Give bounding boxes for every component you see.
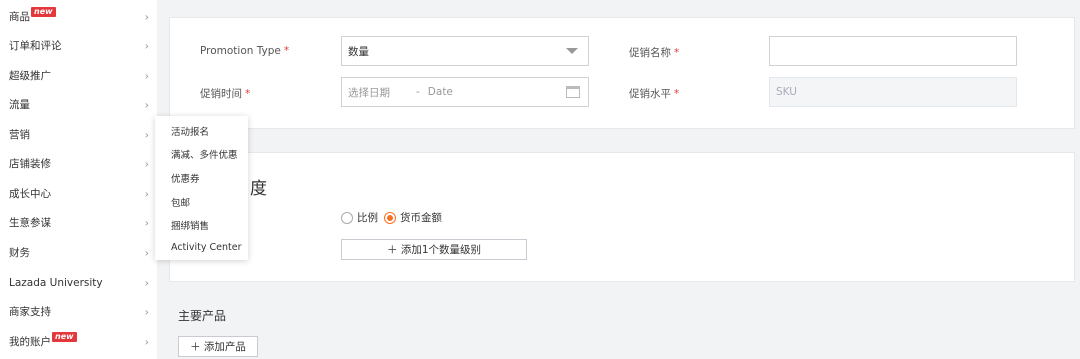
sidebar-item-label: 财务	[9, 247, 30, 259]
new-badge: new	[31, 6, 56, 17]
promotion-time-label: 促销时间 *	[200, 88, 251, 100]
required-mark: *	[283, 45, 290, 57]
sidebar-item-my-account[interactable]: 我的账户 new ›	[0, 327, 157, 356]
sidebar-item-label: 流量	[9, 99, 30, 111]
required-mark: *	[674, 47, 680, 59]
sidebar-item-products[interactable]: 商品 new ›	[0, 2, 157, 31]
promotion-level-field: SKU	[769, 77, 1017, 107]
sidebar-item-label: 营销	[9, 129, 30, 141]
required-mark: *	[245, 88, 251, 100]
tier-section-title: 度	[250, 179, 267, 199]
chevron-right-icon: ›	[144, 305, 149, 318]
chevron-right-icon: ›	[144, 246, 149, 259]
promotion-level-label: 促销水平 *	[629, 88, 680, 100]
radio-monetary-amount-label: 货币金额	[400, 212, 442, 224]
sidebar-item-label: 商家支持	[9, 306, 51, 318]
add-tier-button[interactable]: ＋ 添加1个数量级别	[341, 239, 527, 260]
sidebar-item-label: 成长中心	[9, 188, 51, 200]
sidebar-item-lazada-university[interactable]: Lazada University ›	[0, 268, 157, 297]
submenu-item-vouchers[interactable]: 优惠券	[171, 171, 200, 185]
promotion-name-label: 促销名称 *	[629, 47, 680, 59]
chevron-right-icon: ›	[144, 276, 149, 289]
sidebar-item-label: 超级推广	[9, 70, 51, 82]
sidebar-item-orders-reviews[interactable]: 订单和评论 ›	[0, 31, 157, 60]
marketing-submenu: 活动报名 满减、多件优惠 优惠券 包邮 捆绑销售 Activity Center	[155, 116, 248, 260]
tier-settings-card: 度 比例 货币金额 ＋ 添加1个数量级别	[169, 152, 1075, 282]
radio-ratio-label: 比例	[357, 212, 378, 224]
sidebar-item-label: Lazada University	[9, 276, 103, 289]
promotion-type-label: Promotion Type *	[200, 45, 290, 57]
sidebar-item-label: 订单和评论	[9, 40, 62, 52]
tier-type-radio-group: 比例 货币金额	[341, 210, 448, 225]
main-products-title: 主要产品	[178, 309, 227, 323]
sidebar-item-label: 生意参谋	[9, 217, 51, 229]
promotion-type-select[interactable]: 数量	[341, 36, 589, 66]
chevron-right-icon: ›	[144, 98, 149, 111]
submenu-item-discounts[interactable]: 满减、多件优惠	[171, 147, 238, 161]
date-separator: -	[416, 86, 420, 98]
promotion-settings-card: Promotion Type * 数量 促销名称 * 促销时间 * 选择日期 - Da…	[169, 17, 1075, 129]
sidebar-item-finance[interactable]: 财务 ›	[0, 238, 157, 267]
sidebar-item-label: 商品	[9, 11, 30, 23]
radio-ratio[interactable]	[341, 211, 353, 224]
chevron-right-icon: ›	[144, 216, 149, 229]
calendar-icon	[566, 86, 580, 98]
promotion-level-value: SKU	[776, 86, 797, 98]
submenu-item-campaign-registration[interactable]: 活动报名	[171, 124, 209, 138]
submenu-item-free-shipping[interactable]: 包邮	[171, 195, 190, 209]
sidebar-item-seller-support[interactable]: 商家支持 ›	[0, 297, 157, 326]
sidebar-item-business-advisor[interactable]: 生意参谋 ›	[0, 208, 157, 237]
chevron-right-icon: ›	[144, 10, 149, 23]
submenu-item-activity-center[interactable]: Activity Center	[171, 242, 242, 253]
sidebar-item-marketing[interactable]: 营销 ›	[0, 120, 157, 149]
chevron-right-icon: ›	[144, 187, 149, 200]
chevron-right-icon: ›	[144, 39, 149, 52]
promotion-name-input[interactable]	[769, 36, 1017, 66]
sidebar-item-traffic[interactable]: 流量 ›	[0, 90, 157, 119]
main-content: Promotion Type * 数量 促销名称 * 促销时间 * 选择日期 - Da…	[157, 0, 1080, 359]
new-badge: new	[52, 331, 77, 342]
required-mark: *	[674, 88, 680, 100]
end-date-placeholder: Date	[427, 86, 453, 98]
sidebar-item-label: 店铺装修	[9, 158, 51, 170]
submenu-item-bundle-sales[interactable]: 捆绑销售	[171, 218, 209, 232]
date-range-picker[interactable]: 选择日期 - Date	[341, 77, 589, 107]
start-date-placeholder: 选择日期	[348, 86, 390, 99]
promotion-type-value: 数量	[348, 45, 369, 58]
radio-monetary-amount[interactable]	[384, 211, 396, 224]
sidebar-item-growth-center[interactable]: 成长中心 ›	[0, 179, 157, 208]
chevron-right-icon: ›	[144, 128, 149, 141]
chevron-right-icon: ›	[144, 69, 149, 82]
sidebar-item-label: 我的账户	[9, 336, 51, 348]
sidebar-item-super-promotion[interactable]: 超级推广 ›	[0, 61, 157, 90]
sidebar-item-store-decoration[interactable]: 店铺装修 ›	[0, 149, 157, 178]
chevron-right-icon: ›	[144, 157, 149, 170]
chevron-right-icon: ›	[144, 335, 149, 348]
add-product-button[interactable]: ＋ 添加产品	[178, 336, 258, 357]
caret-down-icon	[566, 48, 578, 54]
sidebar: 商品 new › 订单和评论 › 超级推广 › 流量 › 营销 › 店铺装修 › …	[0, 0, 157, 359]
